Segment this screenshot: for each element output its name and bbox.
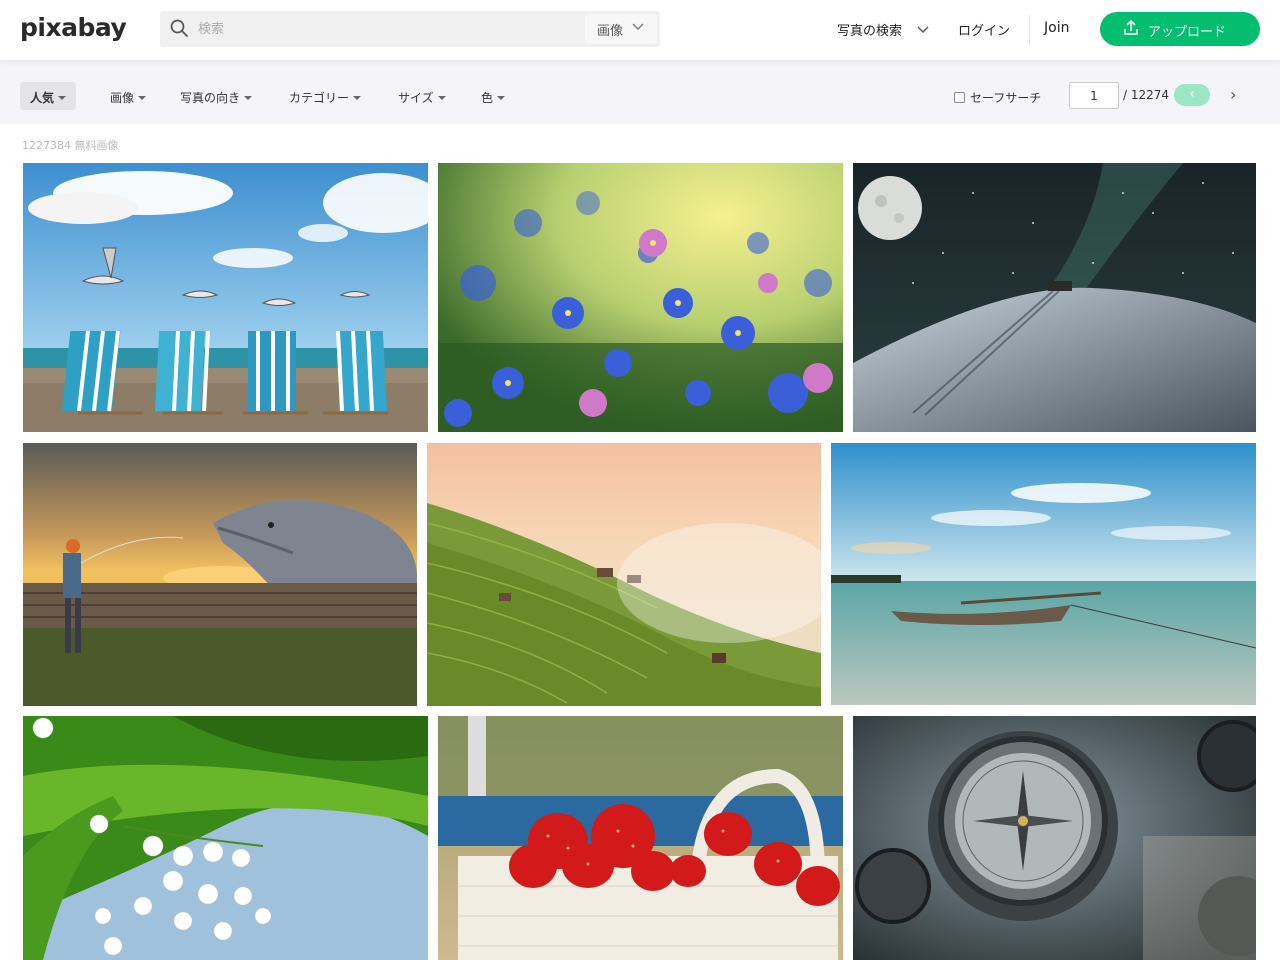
page-total: / 12274 xyxy=(1123,88,1170,102)
search-icon[interactable] xyxy=(170,19,188,37)
photo-image xyxy=(853,716,1256,960)
upload-button[interactable]: アップロード xyxy=(1100,12,1260,46)
filter-label: サイズ xyxy=(398,91,434,105)
explore-label: 写真の検索 xyxy=(837,24,903,39)
explore-menu[interactable]: 写真の検索 xyxy=(837,20,929,39)
photo-rice-terraces-misty[interactable] xyxy=(427,443,821,706)
photo-boat-low-tide-beach[interactable] xyxy=(831,443,1256,705)
upload-icon xyxy=(1124,20,1138,35)
pixabay-logo[interactable]: pixabay xyxy=(20,13,127,42)
header-divider xyxy=(1029,15,1030,45)
photo-strawberries-basket[interactable] xyxy=(438,716,843,960)
search-bar: 画像 xyxy=(160,11,660,47)
filter-image-type[interactable]: 画像 xyxy=(110,89,147,106)
upload-label: アップロード xyxy=(1148,25,1227,40)
filter-label: 人気 xyxy=(30,91,55,105)
search-type-label: 画像 xyxy=(597,24,624,39)
caret-down-icon xyxy=(353,96,362,100)
caret-down-icon xyxy=(497,96,506,100)
caret-down-icon xyxy=(244,96,253,100)
filter-size[interactable]: サイズ xyxy=(398,89,446,106)
photo-blue-forget-me-not-flowers[interactable] xyxy=(438,163,843,432)
filter-color[interactable]: 色 xyxy=(481,89,506,106)
photo-moon-milky-way-desert[interactable] xyxy=(853,163,1256,432)
login-link[interactable]: ログイン xyxy=(958,20,1010,39)
filter-orientation[interactable]: 写真の向き xyxy=(180,89,253,106)
next-page-button[interactable]: › xyxy=(1230,85,1236,104)
safesearch-checkbox[interactable] xyxy=(954,92,965,103)
filter-label: カテゴリー xyxy=(289,91,350,105)
caret-down-icon xyxy=(437,96,446,100)
photo-image xyxy=(831,443,1256,705)
caret-down-icon xyxy=(138,96,147,100)
photo-image xyxy=(438,163,843,432)
photo-seagulls-beach-chairs[interactable] xyxy=(23,163,428,432)
safesearch-toggle[interactable]: セーフサーチ xyxy=(954,89,1041,106)
filter-bar: 人気 画像 写真の向き カテゴリー サイズ 色 セーフサーチ / 12274 ‹… xyxy=(0,60,1280,124)
photo-fisherman-dolphin-sunset[interactable] xyxy=(23,443,417,706)
caret-down-icon xyxy=(58,96,67,100)
page-number-input[interactable] xyxy=(1069,82,1119,109)
photo-lily-of-the-valley[interactable] xyxy=(23,716,428,960)
photo-image xyxy=(853,163,1256,432)
result-count: 1227384 無料画像 xyxy=(22,139,119,152)
chevron-down-icon xyxy=(632,23,644,30)
search-input[interactable] xyxy=(198,11,578,47)
filter-label: 画像 xyxy=(110,91,135,105)
photo-image xyxy=(438,716,843,960)
search-type-dropdown[interactable]: 画像 xyxy=(585,14,657,44)
filter-category[interactable]: カテゴリー xyxy=(289,89,362,106)
photo-image xyxy=(23,163,428,432)
photo-image xyxy=(23,716,428,960)
filter-popular[interactable]: 人気 xyxy=(20,82,77,110)
photo-image xyxy=(23,443,417,706)
filter-label: 写真の向き xyxy=(180,91,241,105)
photo-image xyxy=(427,443,821,706)
chevron-down-icon xyxy=(917,26,929,33)
prev-page-button[interactable]: ‹ xyxy=(1174,84,1210,106)
safesearch-label: セーフサーチ xyxy=(970,91,1042,105)
join-link[interactable]: Join xyxy=(1044,20,1069,36)
photo-vintage-compass[interactable] xyxy=(853,716,1256,960)
filter-label: 色 xyxy=(481,91,494,105)
top-header: pixabay 画像 写真の検索 ログイン Join アップロード xyxy=(0,0,1280,60)
